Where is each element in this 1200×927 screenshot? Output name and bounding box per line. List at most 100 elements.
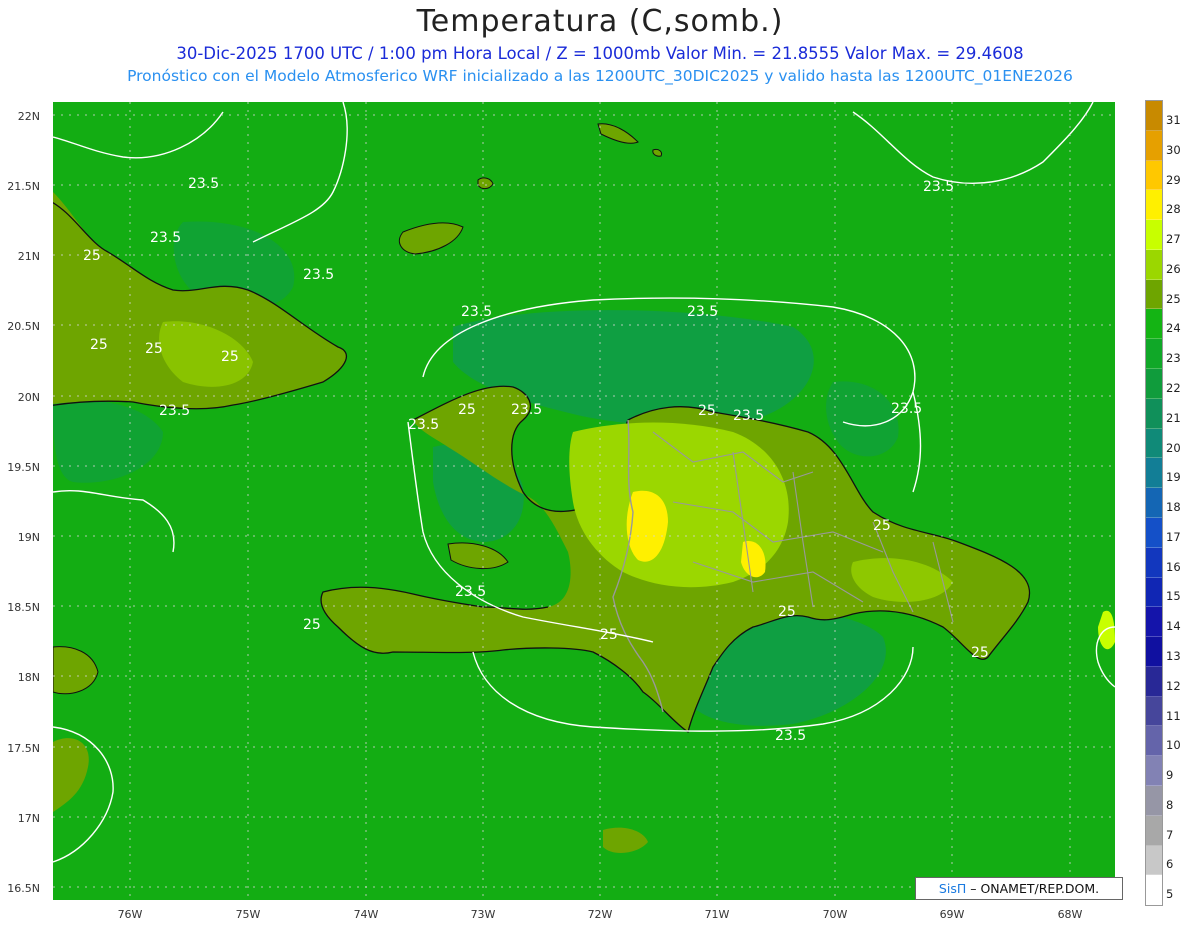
contour-label: 23.5 — [687, 304, 718, 320]
lat-label: 18N — [17, 671, 40, 684]
colorbar-swatch — [1146, 815, 1162, 846]
contour-label: 25 — [600, 627, 618, 643]
colorbar-label: 28 — [1166, 202, 1181, 217]
colorbar-label: 5 — [1166, 887, 1174, 902]
colorbar-label: 23 — [1166, 351, 1181, 366]
contour-label: 23.5 — [408, 417, 439, 433]
colorbar-swatch — [1146, 726, 1162, 757]
island-small — [652, 149, 662, 157]
colorbar-label: 24 — [1166, 321, 1181, 336]
lon-label: 73W — [470, 908, 496, 921]
colorbar-swatch — [1146, 577, 1162, 608]
lat-label: 20N — [17, 391, 40, 404]
jamaica-landmass — [53, 646, 99, 695]
contour-label: 23.5 — [891, 401, 922, 417]
colorbar-swatch — [1146, 785, 1162, 816]
colorbar-swatch — [1146, 666, 1162, 697]
colorbar-label: 13 — [1166, 649, 1181, 663]
contour-label: 23.5 — [188, 176, 219, 192]
map-canvas: 23.5 23.5 23.5 23.5 23.5 23.5 23.5 23.5 … — [53, 102, 1115, 900]
lon-label: 68W — [1057, 908, 1083, 921]
contour-label: 25 — [145, 341, 163, 357]
colorbar-swatch — [1146, 339, 1162, 370]
colorbar — [1145, 100, 1163, 906]
lat-label: 21.5N — [7, 180, 40, 193]
contour-label: 23.5 — [150, 230, 181, 246]
colorbar-swatch — [1146, 607, 1162, 638]
lat-label: 17.5N — [7, 742, 40, 755]
lat-label: 17N — [17, 812, 40, 825]
colorbar-label: 15 — [1166, 589, 1181, 604]
colorbar-label: 10 — [1166, 738, 1181, 753]
colorbar-label: 7 — [1166, 827, 1174, 842]
contour-label: 23.5 — [461, 304, 492, 320]
contour-label: 25 — [303, 617, 321, 633]
colorbar-label: 21 — [1166, 410, 1181, 425]
contour-label: 23.5 — [923, 179, 954, 195]
cool-sea-patch — [826, 381, 899, 457]
colorbar-swatch — [1146, 875, 1162, 906]
colorbar-swatch — [1146, 101, 1162, 131]
credit-text: – ONAMET/REP.DOM. — [970, 881, 1100, 896]
colorbar-label: 30 — [1166, 142, 1181, 157]
island-gonave — [447, 542, 509, 569]
colorbar-label: 11 — [1166, 708, 1181, 723]
contour-label: 23.5 — [303, 267, 334, 283]
colorbar-swatch — [1146, 547, 1162, 578]
lon-label: 70W — [822, 908, 848, 921]
colorbar-swatch — [1146, 130, 1162, 161]
island-small — [477, 177, 494, 190]
lon-label: 76W — [117, 908, 143, 921]
island-turks — [597, 123, 639, 144]
colorbar-swatch — [1146, 249, 1162, 280]
land-patch — [1098, 610, 1115, 650]
cool-sea-patch — [53, 400, 163, 483]
contour-label: 23.5 — [511, 402, 542, 418]
colorbar-label: 6 — [1166, 857, 1174, 872]
colorbar-swatch — [1146, 428, 1162, 459]
colorbar-swatch — [1146, 279, 1162, 310]
contour-label: 23.5 — [159, 403, 190, 419]
map-subtitle-model: Pronóstico con el Modelo Atmosferico WRF… — [127, 67, 1073, 85]
land-patch — [53, 738, 89, 812]
contour-label: 25 — [221, 349, 239, 365]
colorbar-label: 16 — [1166, 559, 1181, 574]
colorbar-label: 18 — [1166, 500, 1181, 515]
colorbar-swatch — [1146, 845, 1162, 876]
colorbar-swatch — [1146, 517, 1162, 548]
island-inagua — [399, 222, 464, 255]
lat-label: 22N — [17, 110, 40, 123]
lat-label: 19.5N — [7, 461, 40, 474]
contour-line — [252, 102, 348, 243]
colorbar-swatch — [1146, 458, 1162, 489]
contour-line — [852, 102, 1094, 184]
colorbar-swatch — [1146, 190, 1162, 221]
colorbar-label: 14 — [1166, 619, 1181, 634]
colorbar-swatch — [1146, 398, 1162, 429]
contour-label: 23.5 — [733, 408, 764, 424]
lon-label: 74W — [353, 908, 379, 921]
contour-label: 25 — [458, 402, 476, 418]
temperature-map[interactable]: 23.5 23.5 23.5 23.5 23.5 23.5 23.5 23.5 … — [53, 102, 1115, 900]
contour-line — [53, 489, 175, 553]
colorbar-label: 9 — [1166, 768, 1174, 783]
contour-label: 25 — [778, 604, 796, 620]
colorbar-swatch — [1146, 220, 1162, 250]
land-patch — [603, 827, 648, 854]
colorbar-swatch — [1146, 488, 1162, 518]
colorbar-swatch — [1146, 696, 1162, 727]
map-title: Temperatura (C,somb.) — [416, 4, 784, 39]
lat-label: 18.5N — [7, 601, 40, 614]
colorbar-label: 27 — [1166, 232, 1181, 247]
lat-label: 20.5N — [7, 320, 40, 333]
contour-label: 25 — [83, 248, 101, 264]
colorbar-label: 31 — [1166, 113, 1181, 127]
contour-label: 25 — [698, 403, 716, 419]
credit-brand: SisΠ — [938, 881, 967, 896]
colorbar-label: 20 — [1166, 440, 1181, 455]
credit-box: SisΠ – ONAMET/REP.DOM. — [915, 877, 1123, 900]
lat-label: 21N — [17, 250, 40, 263]
colorbar-swatch — [1146, 160, 1162, 191]
lon-label: 71W — [704, 908, 730, 921]
contour-label: 25 — [971, 645, 989, 661]
